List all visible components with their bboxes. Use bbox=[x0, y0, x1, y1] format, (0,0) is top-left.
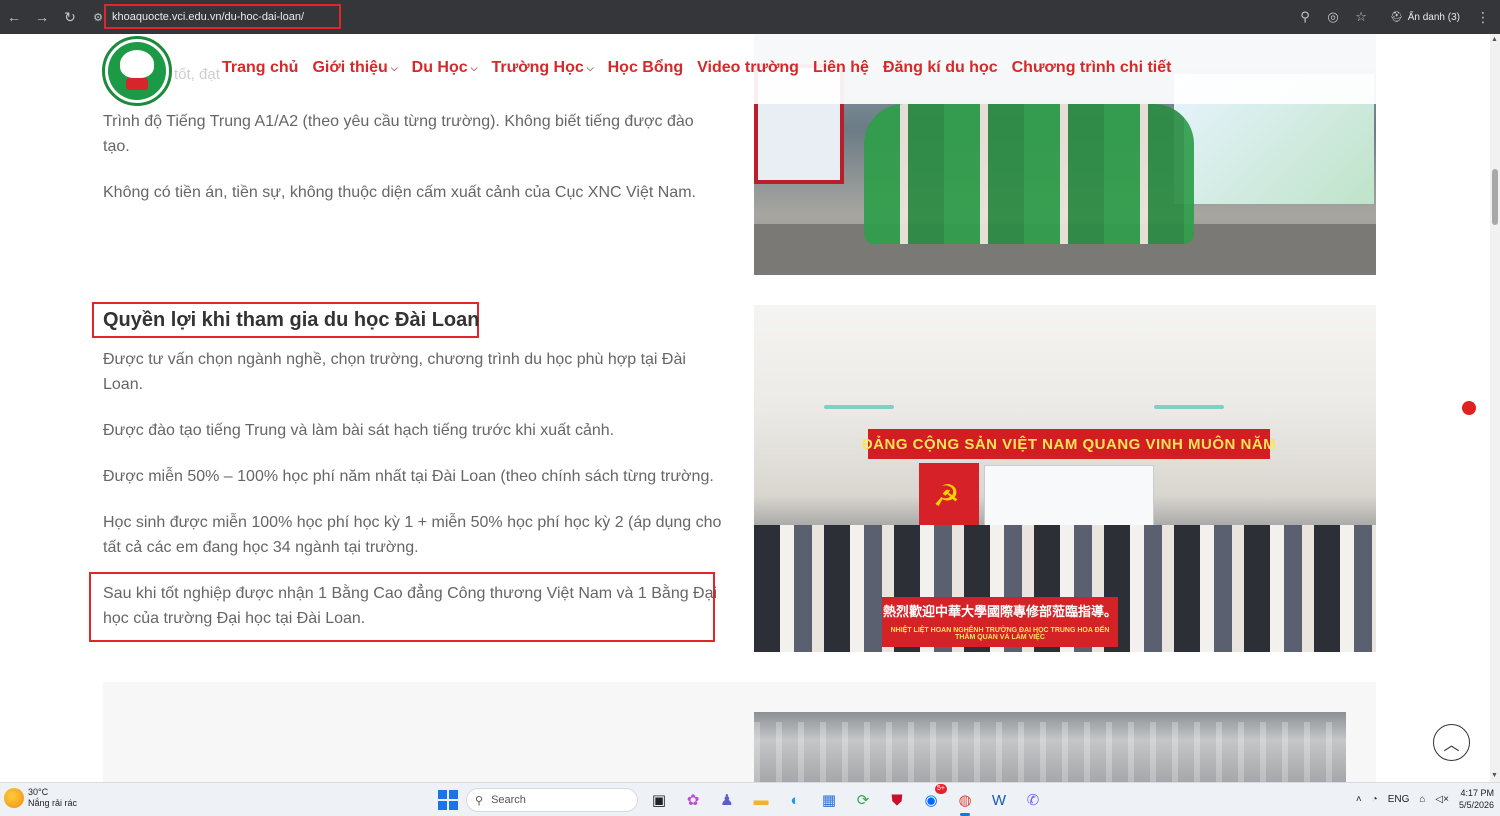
chevron-down-icon: ⌵ bbox=[470, 62, 478, 73]
file-explorer-icon[interactable]: ▬ bbox=[748, 787, 774, 813]
chevron-down-icon: ⌵ bbox=[390, 62, 398, 73]
edge-icon[interactable]: ◐ bbox=[782, 787, 808, 813]
zalo-badge: 5+ bbox=[935, 784, 947, 794]
scroll-up-icon[interactable]: ▲ bbox=[1491, 36, 1498, 43]
task-view-icon[interactable]: ▣ bbox=[646, 787, 672, 813]
forward-icon[interactable]: → bbox=[28, 0, 56, 34]
nav-item-5[interactable]: Video trường bbox=[697, 59, 799, 77]
zalo-icon[interactable]: ◉ 5+ bbox=[918, 784, 947, 813]
menu-kebab-icon[interactable]: ⋮ bbox=[1476, 9, 1490, 26]
benefit-paragraph: Được đào tạo tiếng Trung và làm bài sát … bbox=[103, 422, 615, 439]
address-bar-url: khoaquocte.vci.edu.vn/du-hoc-dai-loan/ bbox=[112, 10, 305, 23]
requirement-paragraph: Không có tiền án, tiền sự, không thuộc d… bbox=[103, 184, 696, 201]
nav-item-label: Đăng kí du học bbox=[882, 59, 998, 76]
nav-item-6[interactable]: Liên hệ bbox=[813, 59, 869, 77]
benefit-paragraph: Học sinh được miễn 100% học phí học kỳ 1… bbox=[103, 514, 722, 556]
chevron-up-icon[interactable]: ˄ bbox=[1356, 794, 1362, 805]
nav-item-label: Học Bổng bbox=[607, 59, 684, 76]
incognito-indicator[interactable]: ⛑ Ẩn danh (3) bbox=[1390, 12, 1460, 23]
page-scrollbar[interactable]: ▲ ▼ bbox=[1490, 34, 1500, 782]
incognito-icon: ⛑ bbox=[1390, 11, 1403, 23]
system-tray: ˄ ◔ ENG ⌂ ◁× 4:17 PM 5/5/2026 bbox=[1356, 787, 1494, 811]
nav-item-label: Liên hệ bbox=[812, 59, 869, 76]
scroll-to-top-button[interactable]: ︿ bbox=[1433, 724, 1470, 761]
wifi-icon[interactable]: ⌂ bbox=[1419, 794, 1425, 805]
benefit-paragraph: Được miễn 50% – 100% học phí năm nhất tạ… bbox=[103, 468, 714, 485]
copilot-icon[interactable]: ✿ bbox=[680, 787, 706, 813]
slogan-banner: ĐẢNG CỘNG SẢN VIỆT NAM QUANG VINH MUÔN N… bbox=[862, 429, 1276, 459]
mcafee-icon[interactable]: ⛊ bbox=[884, 787, 910, 813]
network-status-icon[interactable]: ◔ bbox=[1372, 794, 1378, 805]
refresh-app-icon[interactable]: ⟳ bbox=[850, 787, 876, 813]
floating-red-dot[interactable] bbox=[1462, 401, 1476, 415]
nav-item-3[interactable]: Trường Học ⌵ bbox=[491, 59, 593, 77]
address-bar[interactable]: khoaquocte.vci.edu.vn/du-hoc-dai-loan/ bbox=[104, 4, 341, 29]
nav-item-7[interactable]: Đăng kí du học bbox=[883, 59, 998, 77]
weather-temp: 30°C bbox=[28, 787, 49, 797]
clock-time: 4:17 PM bbox=[1460, 788, 1494, 798]
highlight-box bbox=[89, 572, 715, 642]
main-nav: Trang chủ Giới thiệu ⌵ Du Học ⌵ Trường Học ⌵ Họ… bbox=[222, 59, 1171, 77]
site-header: tốt, đạt Trang chủ Giới thiệu ⌵ Du Học ⌵ Trườ… bbox=[0, 34, 1490, 106]
teams-icon[interactable]: ♟ bbox=[714, 787, 740, 813]
nav-item-label: Trường Học bbox=[491, 59, 584, 76]
windows-taskbar: 30°C Nắng rải rác ⚲ Search ▣ ✿ ♟ ▬ ◐ ▦ ⟳… bbox=[0, 782, 1500, 816]
weather-widget[interactable]: 30°C Nắng rải rác bbox=[4, 787, 77, 809]
ghost-text: tốt, đạt bbox=[174, 66, 220, 83]
nav-item-8[interactable]: Chương trình chi tiết bbox=[1012, 59, 1172, 77]
nav-item-0[interactable]: Trang chủ bbox=[222, 59, 298, 77]
word-icon[interactable]: W bbox=[986, 787, 1012, 813]
nav-item-1[interactable]: Giới thiệu ⌵ bbox=[312, 59, 397, 77]
welcome-sign: 熱烈歡迎中華大學國際專修部蒞臨指導。 NHIỆT LIỆT HOAN NGHÊN… bbox=[882, 597, 1118, 647]
speaker-muted-icon[interactable]: ◁× bbox=[1435, 794, 1449, 805]
ceiling-fan bbox=[1154, 405, 1224, 409]
taskbar-search-label: Search bbox=[491, 794, 526, 806]
language-indicator[interactable]: ENG bbox=[1388, 794, 1410, 805]
ceiling-fan bbox=[824, 405, 894, 409]
weather-sun-icon bbox=[4, 788, 24, 808]
browser-toolbar: ← → ↻ ⚙ khoaquocte.vci.edu.vn/du-hoc-dai… bbox=[0, 0, 1500, 34]
taskbar-search[interactable]: ⚲ Search bbox=[466, 788, 638, 812]
zoom-icon[interactable]: ⚲ bbox=[1296, 9, 1314, 25]
requirement-paragraph: Trình độ Tiếng Trung A1/A2 (theo yêu cầu… bbox=[103, 113, 694, 155]
nav-item-label: Du Học bbox=[411, 59, 468, 76]
viber-icon[interactable]: ✆ bbox=[1020, 787, 1046, 813]
back-icon[interactable]: ← bbox=[0, 0, 28, 34]
nav-item-label: Giới thiệu bbox=[312, 59, 388, 76]
nav-item-2[interactable]: Du Học ⌵ bbox=[412, 59, 478, 77]
weather-desc: Nắng rải rác bbox=[28, 798, 78, 808]
nav-item-label: Chương trình chi tiết bbox=[1011, 59, 1172, 76]
scrollbar-thumb[interactable] bbox=[1492, 169, 1498, 225]
benefits-heading-highlight: Quyền lợi khi tham gia du học Đài Loan bbox=[92, 302, 479, 338]
clock-date: 5/5/2026 bbox=[1458, 800, 1494, 810]
seminar-group-photo: ĐẢNG CỘNG SẢN VIỆT NAM QUANG VINH MUÔN N… bbox=[754, 305, 1376, 652]
nav-item-label: Video trường bbox=[697, 59, 799, 76]
page-viewport: tốt, đạt Trang chủ Giới thiệu ⌵ Du Học ⌵ Trườ… bbox=[0, 34, 1500, 782]
campus-photo bbox=[754, 712, 1346, 782]
star-icon[interactable]: ☆ bbox=[1352, 9, 1370, 25]
start-button[interactable] bbox=[438, 790, 458, 810]
nav-item-label: Trang chủ bbox=[222, 59, 299, 76]
reload-icon[interactable]: ↻ bbox=[56, 0, 84, 34]
site-logo[interactable] bbox=[102, 36, 172, 106]
nav-item-4[interactable]: Học Bổng bbox=[608, 59, 684, 77]
chevron-down-icon: ⌵ bbox=[586, 62, 594, 73]
taskbar-clock[interactable]: 4:17 PM 5/5/2026 bbox=[1459, 787, 1494, 811]
store-icon[interactable]: ▦ bbox=[816, 787, 842, 813]
incognito-label: Ẩn danh (3) bbox=[1407, 11, 1460, 23]
benefit-paragraph: Được tư vấn chọn ngành nghề, chọn trường… bbox=[103, 351, 686, 393]
photo-people bbox=[864, 104, 1194, 244]
search-icon: ⚲ bbox=[475, 794, 484, 807]
eye-off-icon[interactable]: ◎ bbox=[1324, 9, 1342, 25]
welcome-sign-chinese: 熱烈歡迎中華大學國際專修部蒞臨指導。 bbox=[882, 604, 1117, 619]
welcome-sign-vietnamese: NHIỆT LIỆT HOAN NGHÊNH TRƯỜNG ĐẠI HỌC TR… bbox=[890, 627, 1110, 641]
chevron-up-icon: ︿ bbox=[1443, 736, 1460, 754]
scroll-down-icon[interactable]: ▼ bbox=[1491, 772, 1498, 779]
benefits-heading: Quyền lợi khi tham gia du học Đài Loan bbox=[103, 308, 480, 331]
chrome-icon[interactable]: ◍ bbox=[952, 787, 978, 816]
